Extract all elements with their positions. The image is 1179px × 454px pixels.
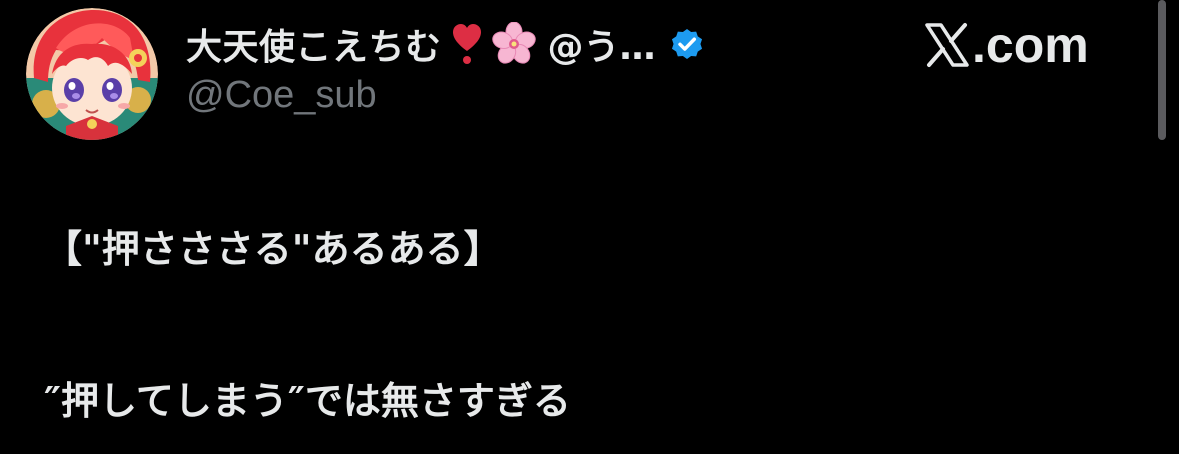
author-name-row[interactable]: 大天使こえちむ @う…: [186, 18, 706, 70]
tweet-card: 大天使こえちむ @う… @Coe_sub .com 【"押さささる"あるある】 …: [0, 0, 1179, 454]
author-display-name[interactable]: 大天使こえちむ: [186, 18, 442, 70]
avatar[interactable]: [26, 8, 158, 140]
heart-emoji-icon: [452, 23, 482, 65]
verified-badge-icon: [668, 25, 706, 63]
x-logo-icon: [924, 22, 970, 68]
author-handle[interactable]: @Coe_sub: [186, 74, 377, 117]
site-domain: .com: [972, 17, 1089, 73]
scrollbar[interactable]: [1158, 0, 1166, 140]
cherry-blossom-emoji-icon: [491, 22, 536, 66]
site-logo[interactable]: .com: [924, 16, 1089, 74]
tweet-text-line-2: ″押してしまう″では無さすぎる: [44, 379, 571, 423]
author-name-suffix: @う…: [547, 27, 656, 68]
tweet-text-line-1: 【"押さささる"あるある】: [44, 227, 502, 271]
avatar-image: [26, 8, 158, 140]
